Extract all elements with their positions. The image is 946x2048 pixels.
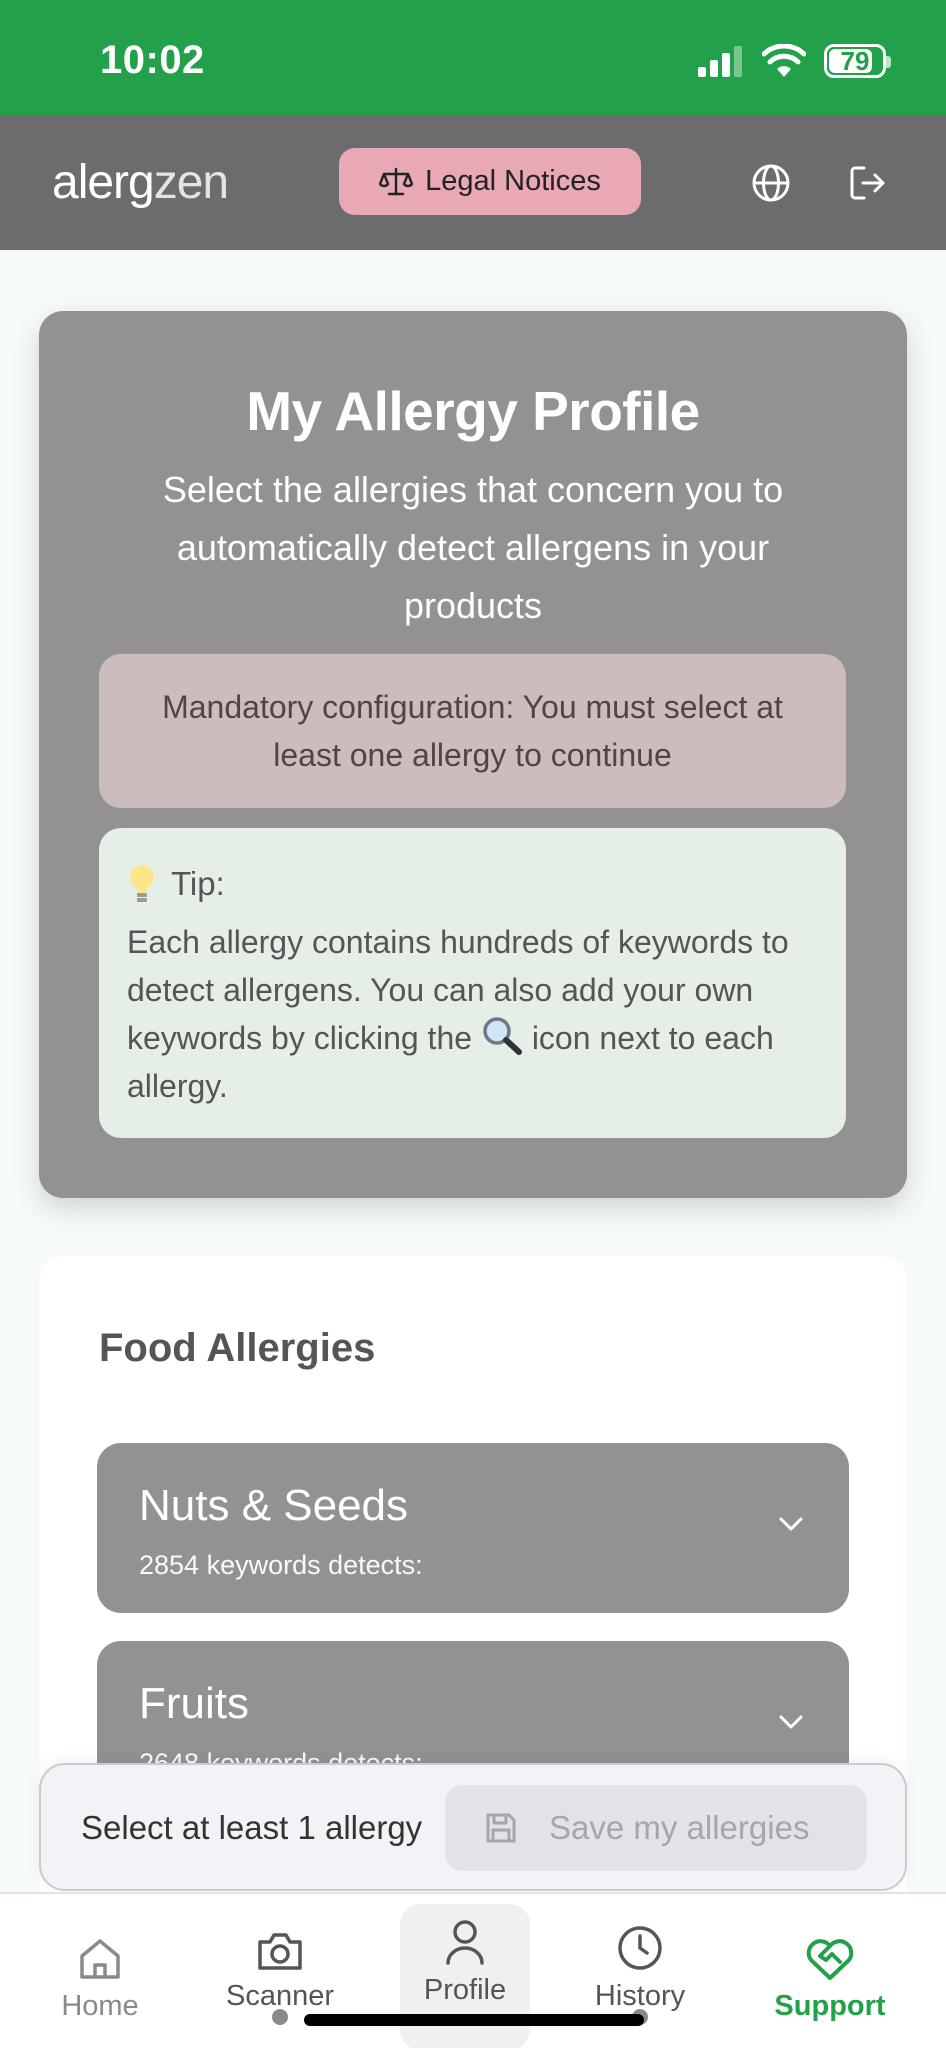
scale-icon — [379, 167, 414, 195]
legal-notices-label: Legal Notices — [425, 165, 601, 197]
battery-level: 79 — [840, 45, 870, 76]
app-header: alergzen Legal Notices — [0, 115, 946, 250]
allergy-profile-card: My Allergy Profile Select the allergies … — [39, 311, 907, 1198]
logo-text-accent: zen — [153, 156, 229, 209]
save-bar: Select at least 1 allergy Save my allerg… — [39, 1763, 907, 1891]
nav-support[interactable]: Support — [760, 1920, 900, 2048]
chevron-down-icon[interactable] — [777, 1515, 805, 1533]
chevron-down-icon[interactable] — [777, 1713, 805, 1731]
wifi-icon — [762, 44, 806, 77]
heart-handshake-icon — [806, 1939, 854, 1980]
allergy-item-nuts-seeds[interactable]: Nuts & Seeds 2854 keywords detects: — [97, 1443, 849, 1613]
home-indicator — [304, 2014, 644, 2026]
clock-icon — [618, 1926, 662, 1970]
nav-profile-label: Profile — [423, 1974, 507, 2006]
magnifier-icon — [483, 1017, 522, 1055]
tip-header: Tip: — [127, 860, 818, 908]
home-icon — [80, 1939, 120, 1979]
tip-text: Each allergy contains hundreds of keywor… — [127, 918, 818, 1110]
logout-button[interactable] — [840, 155, 896, 211]
nav-home-label: Home — [61, 1990, 139, 2022]
signal-icon — [698, 46, 742, 77]
logo-text-main: alerg — [52, 156, 155, 209]
allergy-name: Nuts & Seeds — [139, 1481, 409, 1530]
app-logo[interactable]: alergzen — [52, 155, 229, 210]
page-subtitle: Select the allergies that concern you to… — [162, 469, 784, 626]
save-icon — [486, 1813, 516, 1843]
status-icons: 79 — [698, 44, 891, 78]
page-title: My Allergy Profile — [246, 380, 700, 442]
save-allergies-label: Save my allergies — [549, 1809, 810, 1846]
globe-icon — [752, 164, 790, 202]
logout-icon — [850, 166, 885, 200]
save-allergies-button[interactable]: Save my allergies — [445, 1785, 867, 1871]
allergy-keyword-count: 2854 keywords detects: — [139, 1550, 423, 1580]
nav-profile[interactable]: Profile — [400, 1904, 530, 2048]
nav-home[interactable]: Home — [30, 1920, 170, 2048]
battery-indicator: 79 — [824, 44, 891, 78]
mandatory-notice-text: Mandatory configuration: You must select… — [162, 689, 783, 773]
mandatory-notice: Mandatory configuration: You must select… — [99, 654, 846, 808]
page-dot — [272, 2009, 288, 2025]
language-button[interactable] — [743, 155, 799, 211]
legal-notices-button[interactable]: Legal Notices — [339, 148, 641, 215]
lightbulb-icon — [130, 865, 154, 902]
tip-label: Tip: — [171, 865, 225, 902]
status-bar: 10:02 79 — [0, 0, 946, 115]
save-hint: Select at least 1 allergy — [81, 1809, 423, 1846]
user-icon — [446, 1920, 484, 1965]
tip-box: Tip: Each allergy contains hundreds of k… — [99, 828, 846, 1138]
nav-support-label: Support — [774, 1990, 886, 2022]
section-title: Food Allergies — [99, 1326, 376, 1370]
allergy-name: Fruits — [139, 1679, 249, 1728]
camera-icon — [258, 1933, 302, 1970]
status-time: 10:02 — [100, 38, 205, 82]
